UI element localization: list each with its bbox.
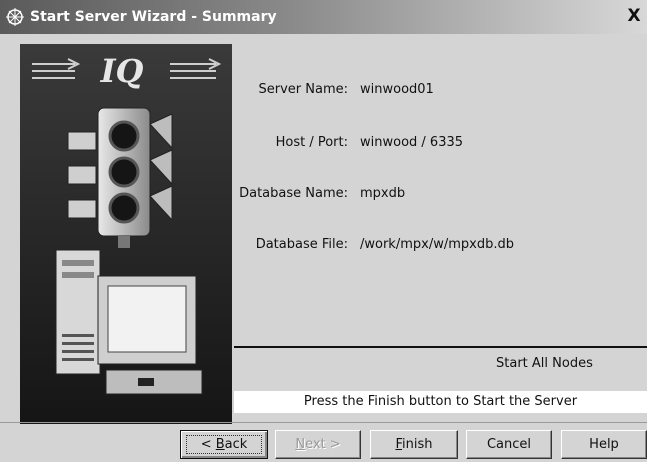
cancel-button-label: Cancel [486, 437, 532, 452]
host-port-value: winwood / 6335 [360, 135, 464, 150]
next-button-label: Next > [295, 437, 341, 452]
help-button-label: Help [589, 437, 619, 452]
wizard-window: Start Server Wizard - Summary X IQ Serve… [0, 0, 647, 462]
start-all-nodes-label: Start All Nodes [496, 356, 593, 371]
help-button[interactable]: Help [561, 430, 647, 459]
database-file-value: /work/mpx/w/mpxdb.db [360, 237, 514, 252]
close-icon: X [627, 6, 641, 26]
server-name-value: winwood01 [360, 82, 434, 97]
window-title: Start Server Wizard - Summary [30, 9, 277, 25]
cancel-button[interactable]: Cancel [466, 430, 552, 459]
finish-button[interactable]: Finish [370, 430, 458, 459]
wizard-app-icon [3, 5, 27, 29]
wizard-artwork: IQ [20, 44, 232, 424]
server-name-label: Server Name: [258, 82, 349, 97]
finish-button-label: Finish [395, 437, 433, 452]
database-name-label: Database Name: [239, 186, 348, 201]
button-row-separator [0, 422, 647, 423]
close-button[interactable]: X [624, 6, 644, 26]
host-port-label: Host / Port: [275, 135, 348, 150]
back-button-label: < Back [185, 435, 263, 454]
iq-logo: IQ [100, 52, 144, 90]
status-message: Press the Finish button to Start the Ser… [234, 391, 647, 413]
database-file-label: Database File: [255, 237, 348, 252]
title-bar[interactable]: Start Server Wizard - Summary X [0, 0, 647, 34]
section-divider [234, 346, 647, 348]
next-button[interactable]: Next > [275, 430, 361, 459]
back-button[interactable]: < Back [180, 430, 268, 459]
database-name-value: mpxdb [360, 186, 406, 201]
